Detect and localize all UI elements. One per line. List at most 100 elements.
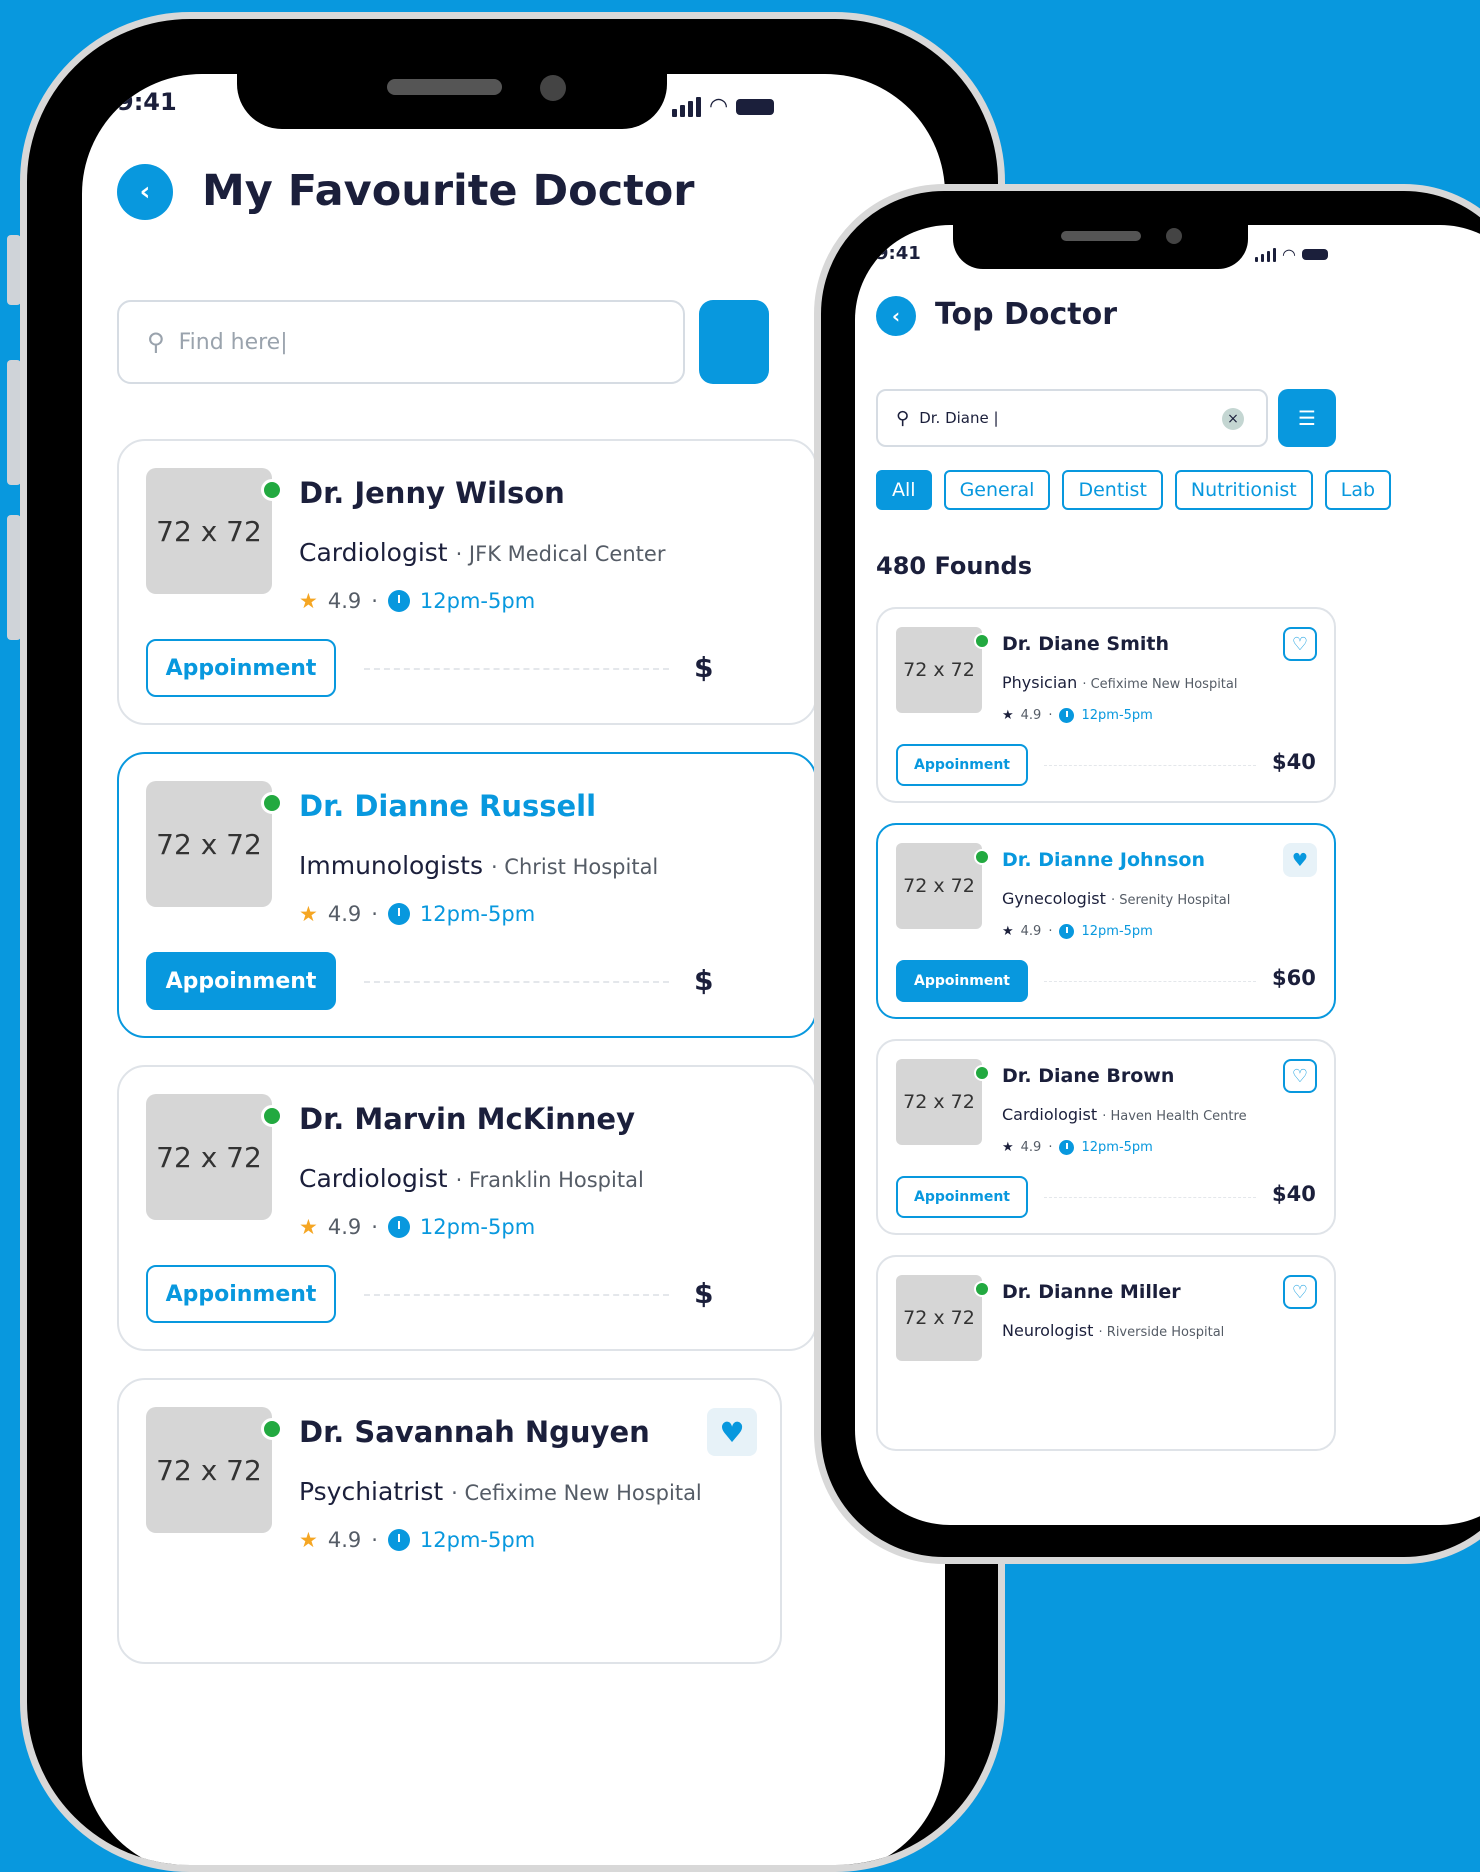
top-doctor-screen: 9:41 ◠ ‹ Top Doctor ⚲ Dr. Diane | × ☰ Al… bbox=[855, 225, 1480, 1525]
divider bbox=[1044, 981, 1256, 982]
appointment-button[interactable]: Appoinment bbox=[146, 639, 336, 697]
divider bbox=[364, 668, 669, 670]
battery-icon bbox=[736, 98, 775, 115]
doctor-photo: 72 x 72 bbox=[896, 843, 982, 929]
appointment-button[interactable]: Appoinment bbox=[896, 1176, 1028, 1218]
doctor-name[interactable]: Dr. Diane Brown bbox=[1002, 1065, 1174, 1087]
chip-nutritionist[interactable]: Nutritionist bbox=[1174, 470, 1313, 510]
filter-button[interactable]: ☰ bbox=[1278, 389, 1336, 447]
camera bbox=[1166, 228, 1182, 244]
online-indicator bbox=[974, 1065, 990, 1081]
doctor-name[interactable]: Dr. Dianne Russell bbox=[299, 789, 596, 823]
doctor-photo: 72 x 72 bbox=[896, 1059, 982, 1145]
back-button[interactable]: ‹ bbox=[876, 296, 916, 336]
search-input[interactable]: ⚲ Dr. Diane | × bbox=[876, 389, 1268, 447]
doctor-card[interactable]: 72 x 72 Dr. Dianne Johnson ♥ Gynecologis… bbox=[876, 823, 1336, 1019]
phone-frame-top-doctor: 9:41 ◠ ‹ Top Doctor ⚲ Dr. Diane | × ☰ Al… bbox=[814, 184, 1480, 1564]
appointment-button[interactable]: Appoinment bbox=[896, 960, 1028, 1002]
doctor-name[interactable]: Dr. Marvin McKinney bbox=[299, 1102, 635, 1136]
doctor-name[interactable]: Dr. Dianne Miller bbox=[1002, 1281, 1181, 1303]
speaker bbox=[387, 79, 502, 95]
chip-all[interactable]: All bbox=[876, 470, 932, 510]
price: $ bbox=[694, 964, 714, 997]
divider bbox=[1044, 1197, 1256, 1198]
notch bbox=[953, 191, 1248, 269]
favorite-heart-icon[interactable]: ♡ bbox=[1283, 627, 1317, 661]
notch bbox=[237, 19, 667, 129]
online-indicator bbox=[261, 1418, 283, 1440]
clock-icon bbox=[387, 590, 410, 612]
doctor-meta: ★ 4.9 · 12pm-5pm bbox=[1002, 708, 1153, 723]
volume-button bbox=[7, 515, 21, 640]
star-icon: ★ bbox=[1002, 708, 1014, 723]
star-icon: ★ bbox=[299, 902, 318, 926]
clock-icon bbox=[387, 903, 410, 925]
doctor-photo: 72 x 72 bbox=[896, 1275, 982, 1361]
clear-icon[interactable]: × bbox=[1222, 408, 1244, 430]
online-indicator bbox=[974, 633, 990, 649]
doctor-photo: 72 x 72 bbox=[146, 1094, 272, 1220]
doctor-specialty: Cardiologist · Franklin Hospital bbox=[299, 1164, 644, 1193]
doctor-meta: ★ 4.9 · 12pm-5pm bbox=[299, 1215, 536, 1239]
page-title: My Favourite Doctor bbox=[202, 166, 695, 216]
doctor-photo: 72 x 72 bbox=[146, 1407, 272, 1533]
status-icons: ◠ bbox=[1255, 245, 1328, 264]
doctor-card[interactable]: 72 x 72 Dr. Dianne Russell Immunologists… bbox=[117, 752, 817, 1038]
online-indicator bbox=[261, 479, 283, 501]
divider bbox=[1044, 765, 1256, 766]
doctor-meta: ★ 4.9 · 12pm-5pm bbox=[1002, 924, 1153, 939]
speaker bbox=[1061, 231, 1141, 241]
online-indicator bbox=[261, 1105, 283, 1127]
price: $ bbox=[694, 651, 714, 684]
favorite-heart-icon[interactable]: ♡ bbox=[1283, 1275, 1317, 1309]
appointment-button[interactable]: Appoinment bbox=[896, 744, 1028, 786]
doctor-card[interactable]: 72 x 72 Dr. Diane Brown ♡ Cardiologist ·… bbox=[876, 1039, 1336, 1235]
online-indicator bbox=[974, 849, 990, 865]
doctor-specialty: Gynecologist · Serenity Hospital bbox=[1002, 889, 1231, 908]
chip-dentist[interactable]: Dentist bbox=[1062, 470, 1163, 510]
favorite-heart-icon[interactable]: ♥ bbox=[707, 1408, 757, 1456]
wifi-icon: ◠ bbox=[709, 94, 729, 119]
doctor-specialty: Immunologists · Christ Hospital bbox=[299, 851, 659, 880]
price: $60 bbox=[1272, 966, 1316, 990]
search-input[interactable]: ⚲ Find here| bbox=[117, 300, 685, 384]
doctor-card[interactable]: 72 x 72 Dr. Marvin McKinney Cardiologist… bbox=[117, 1065, 817, 1351]
status-time: 9:41 bbox=[876, 243, 921, 264]
doctor-meta: ★ 4.9 · 12pm-5pm bbox=[1002, 1140, 1153, 1155]
search-icon: ⚲ bbox=[147, 328, 165, 356]
filter-button[interactable] bbox=[699, 300, 769, 384]
clock-icon bbox=[1059, 924, 1075, 939]
star-icon: ★ bbox=[299, 589, 318, 613]
signal-icon bbox=[1255, 247, 1276, 262]
doctor-name[interactable]: Dr. Diane Smith bbox=[1002, 633, 1169, 655]
divider bbox=[364, 1294, 669, 1296]
star-icon: ★ bbox=[1002, 1140, 1014, 1155]
chevron-left-icon: ‹ bbox=[139, 177, 151, 207]
camera bbox=[540, 75, 566, 101]
doctor-meta: ★ 4.9 · 12pm-5pm bbox=[299, 902, 536, 926]
price: $40 bbox=[1272, 750, 1316, 774]
favorite-heart-icon[interactable]: ♥ bbox=[1283, 843, 1317, 877]
clock-icon bbox=[1059, 1140, 1075, 1155]
favorite-heart-icon[interactable]: ♡ bbox=[1283, 1059, 1317, 1093]
appointment-button[interactable]: Appoinment bbox=[146, 952, 336, 1010]
doctor-name[interactable]: Dr. Jenny Wilson bbox=[299, 476, 565, 510]
doctor-card[interactable]: 72 x 72 Dr. Dianne Miller ♡ Neurologist … bbox=[876, 1255, 1336, 1451]
page-title: Top Doctor bbox=[935, 297, 1118, 332]
doctor-meta: ★ 4.9 · 12pm-5pm bbox=[299, 1528, 536, 1552]
price: $ bbox=[694, 1277, 714, 1310]
doctor-specialty: Cardiologist · JFK Medical Center bbox=[299, 538, 666, 567]
doctor-specialty: Neurologist · Riverside Hospital bbox=[1002, 1321, 1225, 1340]
appointment-button[interactable]: Appoinment bbox=[146, 1265, 336, 1323]
doctor-name[interactable]: Dr. Savannah Nguyen bbox=[299, 1415, 650, 1449]
chip-lab[interactable]: Lab bbox=[1324, 470, 1392, 510]
doctor-name[interactable]: Dr. Dianne Johnson bbox=[1002, 849, 1205, 871]
doctor-card[interactable]: 72 x 72 Dr. Jenny Wilson Cardiologist · … bbox=[117, 439, 817, 725]
doctor-card[interactable]: 72 x 72 Dr. Savannah Nguyen ♥ Psychiatri… bbox=[117, 1378, 782, 1664]
clock-icon bbox=[387, 1216, 410, 1238]
divider bbox=[364, 981, 669, 983]
chip-general[interactable]: General bbox=[943, 470, 1051, 510]
search-icon: ⚲ bbox=[896, 407, 910, 429]
back-button[interactable]: ‹ bbox=[117, 164, 173, 220]
doctor-card[interactable]: 72 x 72 Dr. Diane Smith ♡ Physician · Ce… bbox=[876, 607, 1336, 803]
